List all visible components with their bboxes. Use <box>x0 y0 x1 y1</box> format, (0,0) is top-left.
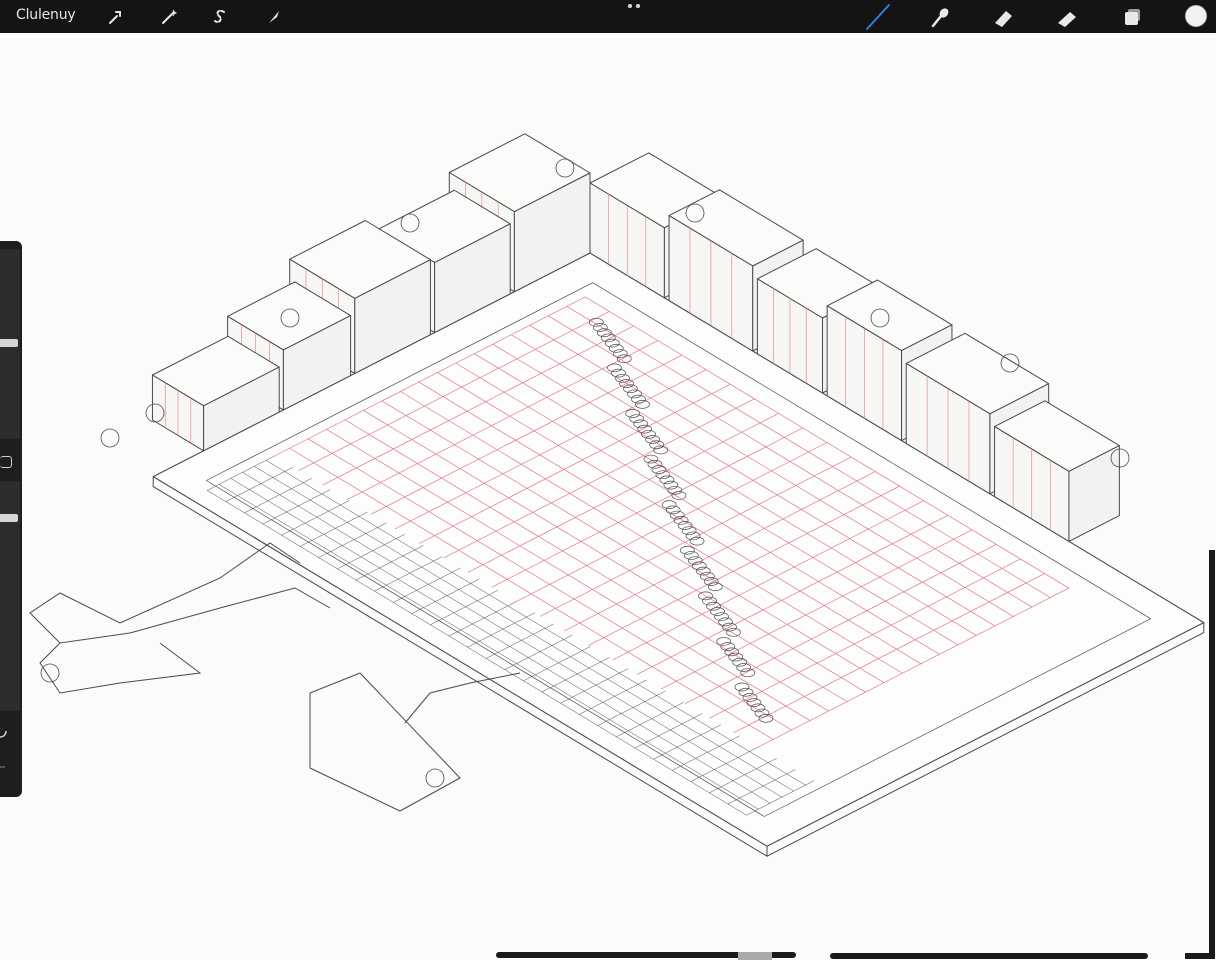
modify-button[interactable] <box>0 456 12 468</box>
magic-wand-icon[interactable] <box>155 3 183 31</box>
left-walkway <box>29 542 331 644</box>
gallery-button[interactable]: Clulenuy <box>16 7 76 23</box>
color-picker-button[interactable] <box>1185 5 1207 27</box>
drawing-canvas[interactable] <box>0 33 1216 960</box>
tree <box>40 663 60 683</box>
eraser-icon[interactable] <box>990 3 1018 31</box>
smudge-icon[interactable] <box>926 3 954 31</box>
redo-icon[interactable] <box>0 761 10 771</box>
scrollbar-thumb[interactable] <box>738 952 772 960</box>
horizontal-scrollbar-secondary[interactable] <box>830 953 1148 959</box>
left-walkway-lower <box>39 642 202 694</box>
selection-s-icon[interactable] <box>206 3 234 31</box>
isometric-sketch <box>29 133 1205 857</box>
undo-icon[interactable] <box>0 729 10 739</box>
tree <box>100 428 120 448</box>
top-toolbar: Clulenuy <box>0 0 1216 33</box>
brush-icon[interactable] <box>864 3 892 31</box>
opacity-thumb[interactable] <box>0 513 18 522</box>
scroll-corner <box>1185 953 1215 959</box>
left-sidebar <box>0 241 22 797</box>
canvas-grabber[interactable] <box>626 4 642 10</box>
lower-pavilion <box>309 672 461 812</box>
eraser-alt-icon[interactable] <box>1054 3 1082 31</box>
wrench-icon[interactable] <box>101 3 129 31</box>
layers-icon[interactable] <box>1119 3 1147 31</box>
brush-size-thumb[interactable] <box>0 338 18 347</box>
transform-arrow-icon[interactable] <box>260 3 288 31</box>
vertical-scrollbar[interactable] <box>1209 550 1215 955</box>
